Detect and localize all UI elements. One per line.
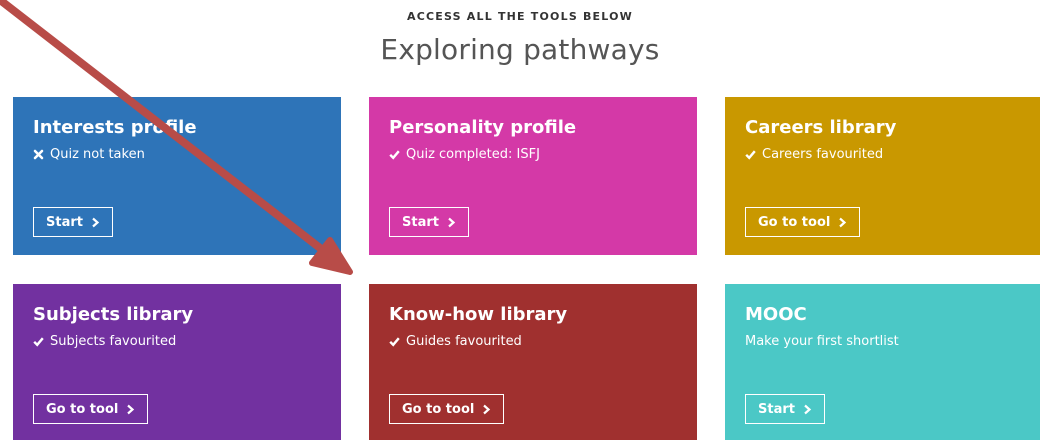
check-icon: [389, 336, 400, 347]
status-text: Quiz completed: ISFJ: [406, 147, 540, 162]
card-title: MOOC: [745, 304, 807, 325]
card-status: Quiz completed: ISFJ: [389, 147, 540, 162]
card-know-how-library: Know-how library Guides favourited Go to…: [369, 284, 697, 440]
card-interests-profile: Interests profile Quiz not taken Start: [13, 97, 341, 255]
go-to-tool-button[interactable]: Go to tool: [33, 394, 149, 424]
chevron-right-icon: [447, 217, 456, 228]
start-button[interactable]: Start: [33, 207, 113, 237]
card-status: Guides favourited: [389, 334, 522, 349]
card-title: Personality profile: [389, 117, 577, 138]
start-button[interactable]: Start: [389, 207, 469, 237]
button-label: Go to tool: [402, 401, 475, 417]
card-status: Make your first shortlist: [745, 334, 899, 349]
chevron-right-icon: [803, 404, 812, 415]
card-title: Know-how library: [389, 304, 568, 325]
status-text: Careers favourited: [762, 147, 884, 162]
cross-icon: [33, 149, 44, 160]
page: ACCESS ALL THE TOOLS BELOW Exploring pat…: [0, 0, 1040, 440]
check-icon: [745, 149, 756, 160]
chevron-right-icon: [126, 404, 135, 415]
status-text: Quiz not taken: [50, 147, 145, 162]
chevron-right-icon: [838, 217, 847, 228]
status-text: Guides favourited: [406, 334, 522, 349]
card-title: Careers library: [745, 117, 897, 138]
card-title: Interests profile: [33, 117, 197, 138]
go-to-tool-button[interactable]: Go to tool: [389, 394, 505, 424]
card-status: Subjects favourited: [33, 334, 176, 349]
button-label: Go to tool: [46, 401, 119, 417]
card-title: Subjects library: [33, 304, 194, 325]
button-label: Start: [758, 401, 795, 417]
card-status: Quiz not taken: [33, 147, 145, 162]
chevron-right-icon: [482, 404, 491, 415]
page-title: Exploring pathways: [380, 33, 660, 66]
card-mooc: MOOC Make your first shortlist Start: [725, 284, 1040, 440]
check-icon: [389, 149, 400, 160]
check-icon: [33, 336, 44, 347]
chevron-right-icon: [91, 217, 100, 228]
card-status: Careers favourited: [745, 147, 883, 162]
card-personality-profile: Personality profile Quiz completed: ISFJ…: [369, 97, 697, 255]
go-to-tool-button[interactable]: Go to tool: [745, 207, 861, 237]
button-label: Start: [402, 214, 439, 230]
card-careers-library: Careers library Careers favourited Go to…: [725, 97, 1040, 255]
button-label: Start: [46, 214, 83, 230]
button-label: Go to tool: [758, 214, 831, 230]
status-text: Subjects favourited: [50, 334, 177, 349]
card-subjects-library: Subjects library Subjects favourited Go …: [13, 284, 341, 440]
status-text: Make your first shortlist: [745, 334, 899, 349]
section-eyebrow: ACCESS ALL THE TOOLS BELOW: [407, 10, 633, 23]
start-button[interactable]: Start: [745, 394, 825, 424]
